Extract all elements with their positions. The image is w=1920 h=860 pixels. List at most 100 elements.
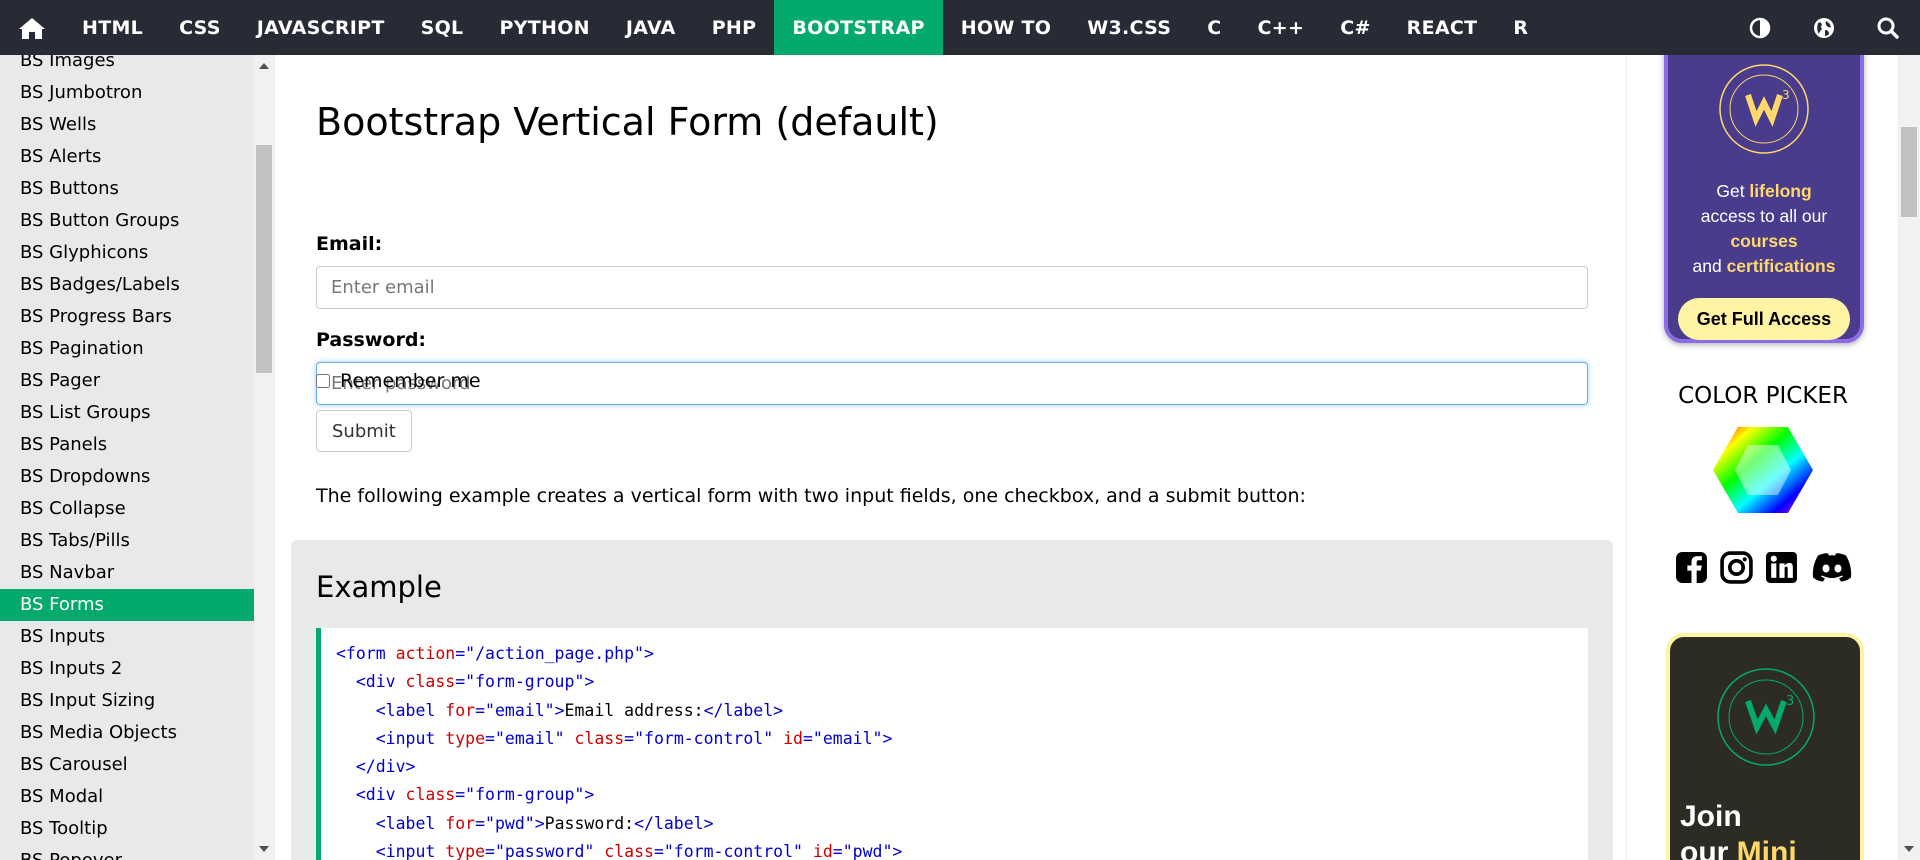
discord-icon[interactable]	[1810, 551, 1854, 584]
sidebar-item-bs-popover[interactable]: BS Popover	[0, 845, 254, 860]
search-button[interactable]	[1856, 0, 1920, 55]
sidebar-item-bs-input-sizing[interactable]: BS Input Sizing	[0, 685, 254, 717]
color-picker-icon[interactable]	[1713, 425, 1813, 515]
sidebar-item-bs-jumbotron[interactable]: BS Jumbotron	[0, 77, 254, 109]
top-navbar: HTML CSS JAVASCRIPT SQL PYTHON JAVA PHP BOOTSTR…	[0, 0, 1920, 55]
sidebar-item-bs-tooltip[interactable]: BS Tooltip	[0, 813, 254, 845]
nav-item-bootstrap[interactable]: BOOTSTRAP	[774, 0, 943, 55]
sidebar-item-bs-panels[interactable]: BS Panels	[0, 429, 254, 461]
nav-item-c[interactable]: C#	[1322, 0, 1388, 55]
sidebar-item-bs-list-groups[interactable]: BS List Groups	[0, 397, 254, 429]
promo-line: access to all our	[1668, 204, 1860, 229]
nav-menu: HTML CSS JAVASCRIPT SQL PYTHON JAVA PHP BOOTSTR…	[64, 0, 1546, 55]
nav-item-css[interactable]: CSS	[161, 0, 239, 55]
nav-item-c[interactable]: C++	[1240, 0, 1323, 55]
code-token: >	[584, 672, 595, 692]
code-token: <input	[375, 842, 446, 860]
sidebar-item-bs-badges-labels[interactable]: BS Badges/Labels	[0, 269, 254, 301]
sidebar-item-bs-pagination[interactable]: BS Pagination	[0, 333, 254, 365]
sidebar-item-bs-dropdowns[interactable]: BS Dropdowns	[0, 461, 254, 493]
theme-toggle-button[interactable]	[1728, 0, 1792, 55]
sidebar-item-bs-glyphicons[interactable]: BS Glyphicons	[0, 237, 254, 269]
page-scroll-down-arrow[interactable]	[1904, 846, 1914, 852]
code-token: </div>	[355, 757, 416, 777]
sidebar-item-bs-collapse[interactable]: BS Collapse	[0, 493, 254, 525]
nav-item-javascript[interactable]: JAVASCRIPT	[239, 0, 403, 55]
sidebar-item-bs-modal[interactable]: BS Modal	[0, 781, 254, 813]
sidebar-item-bs-inputs-2[interactable]: BS Inputs 2	[0, 653, 254, 685]
scroll-down-arrow[interactable]	[259, 846, 269, 852]
page-scroll-thumb[interactable]	[1901, 127, 1917, 217]
nav-item-react[interactable]: REACT	[1389, 0, 1496, 55]
sidebar-item-bs-wells[interactable]: BS Wells	[0, 109, 254, 141]
nav-item-r[interactable]: R	[1495, 0, 1546, 55]
home-button[interactable]	[0, 0, 64, 55]
svg-text:3: 3	[1782, 88, 1790, 102]
sidebar-scrollbar[interactable]	[254, 55, 274, 860]
code-token: class	[604, 842, 654, 860]
facebook-icon[interactable]	[1675, 551, 1708, 584]
password-input[interactable]	[316, 362, 1588, 405]
color-picker-title[interactable]: COLOR PICKER	[1628, 383, 1898, 409]
code-token: "email"	[485, 700, 555, 720]
our-word: our	[1680, 836, 1729, 860]
sidebar-item-bs-media-objects[interactable]: BS Media Objects	[0, 717, 254, 749]
code-token: <label	[375, 700, 446, 720]
sidebar-scroll-thumb[interactable]	[256, 145, 272, 373]
nav-item-how-to[interactable]: HOW TO	[943, 0, 1070, 55]
sidebar-item-bs-pager[interactable]: BS Pager	[0, 365, 254, 397]
nav-item-w3-css[interactable]: W3.CSS	[1069, 0, 1189, 55]
w3schools-badge-icon: 3	[1717, 668, 1815, 766]
code-line: </div>	[336, 753, 1588, 781]
sidebar-item-bs-tabs-pills[interactable]: BS Tabs/Pills	[0, 525, 254, 557]
submit-button[interactable]: Submit	[316, 410, 412, 452]
search-icon	[1877, 17, 1899, 39]
nav-item-html[interactable]: HTML	[64, 0, 161, 55]
scroll-up-arrow[interactable]	[259, 63, 269, 69]
sidebar-item-bs-progress-bars[interactable]: BS Progress Bars	[0, 301, 254, 333]
nav-item-c[interactable]: C	[1189, 0, 1239, 55]
code-token: <div	[355, 785, 406, 805]
sidebar-item-bs-button-groups[interactable]: BS Button Groups	[0, 205, 254, 237]
code-line: <input type="password" class="form-contr…	[336, 838, 1588, 860]
get-full-access-button[interactable]: Get Full Access	[1678, 298, 1850, 340]
language-button[interactable]	[1792, 0, 1856, 55]
nav-item-python[interactable]: PYTHON	[481, 0, 607, 55]
sidebar-item-bs-images[interactable]: BS Images	[0, 55, 254, 77]
join-mini-promo[interactable]: 3 Join our Mini	[1666, 633, 1864, 860]
sidebar-item-bs-forms[interactable]: BS Forms	[0, 589, 254, 621]
sidebar-item-bs-buttons[interactable]: BS Buttons	[0, 173, 254, 205]
full-access-promo[interactable]: 3 Get lifelong access to all our courses an…	[1664, 35, 1864, 343]
code-token: for	[445, 813, 476, 833]
code-token: =	[802, 728, 813, 748]
code-token: <input	[375, 728, 446, 748]
code-token: id	[783, 728, 803, 748]
nav-item-java[interactable]: JAVA	[608, 0, 694, 55]
code-token: </label>	[634, 813, 714, 833]
sidebar-item-bs-inputs[interactable]: BS Inputs	[0, 621, 254, 653]
code-token: </label>	[703, 700, 784, 720]
home-icon	[19, 17, 45, 39]
code-line: <label for="email">Email address:</label…	[336, 697, 1588, 725]
remember-me-label[interactable]: Remember me	[340, 370, 481, 392]
nav-item-sql[interactable]: SQL	[403, 0, 482, 55]
code-token: =	[832, 842, 843, 860]
sidebar-item-bs-navbar[interactable]: BS Navbar	[0, 557, 254, 589]
code-token: <form	[336, 644, 396, 663]
contrast-icon	[1749, 17, 1771, 38]
nav-item-php[interactable]: PHP	[694, 0, 775, 55]
linkedin-icon[interactable]	[1765, 551, 1798, 584]
email-input[interactable]	[316, 266, 1588, 309]
sidebar-item-bs-carousel[interactable]: BS Carousel	[0, 749, 254, 781]
remember-me-checkbox[interactable]	[316, 374, 330, 388]
promo-segment: certifications	[1726, 256, 1836, 276]
globe-icon	[1814, 17, 1834, 38]
page-scrollbar[interactable]	[1898, 55, 1920, 860]
instagram-icon[interactable]	[1720, 551, 1753, 584]
sidebar-item-bs-alerts[interactable]: BS Alerts	[0, 141, 254, 173]
